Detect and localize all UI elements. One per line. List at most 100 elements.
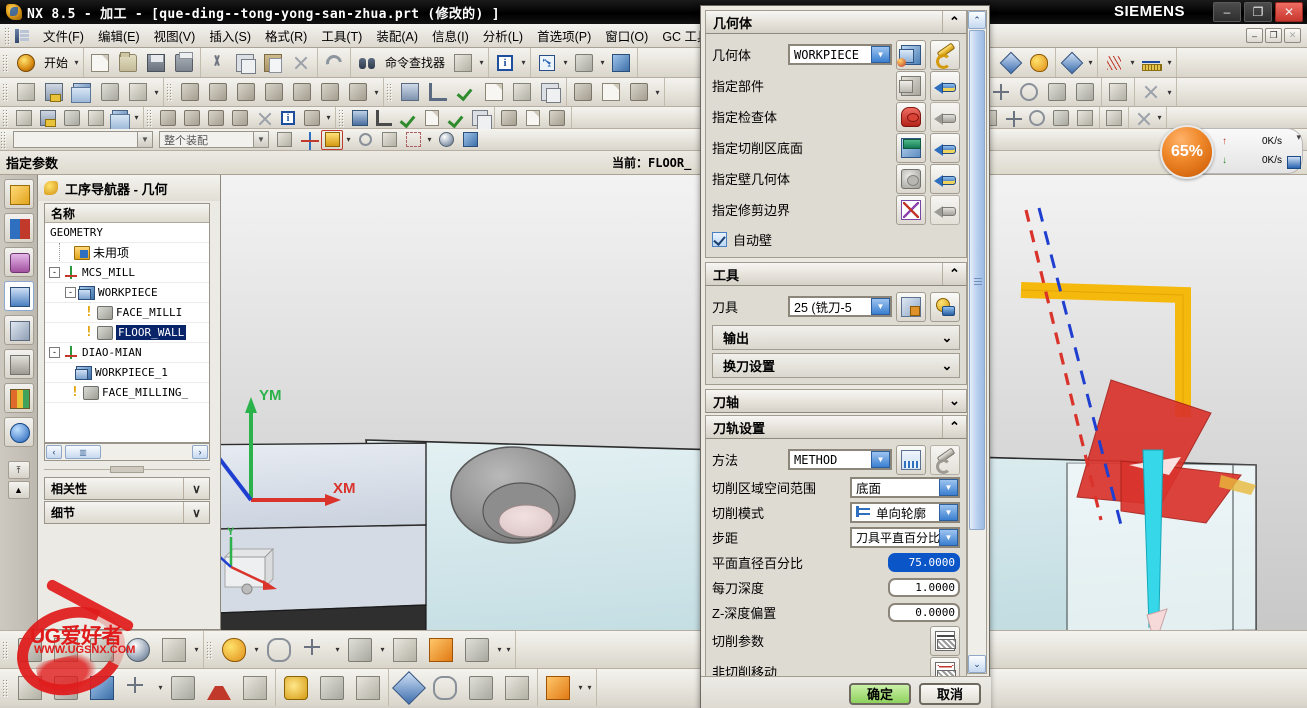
blend-icon[interactable] <box>315 672 349 704</box>
minimize-button[interactable]: – <box>1213 2 1241 22</box>
chevron-down-icon[interactable]: ∨ <box>183 502 209 523</box>
datum-plane-icon[interactable] <box>13 672 47 704</box>
scroll-thumb[interactable]: ▥ <box>65 445 101 459</box>
constraint-navigator-icon[interactable] <box>3 213 34 243</box>
tool-display-icon[interactable] <box>301 108 323 128</box>
shop-doc-icon[interactable] <box>481 80 507 104</box>
measure-distance-icon[interactable] <box>1138 51 1164 75</box>
maximize-button[interactable]: ❐ <box>1244 2 1272 22</box>
depth-per-cut-input[interactable]: 1.0000 <box>888 578 960 597</box>
part-navigator-icon[interactable] <box>3 247 34 277</box>
analyze-icon[interactable] <box>500 672 534 704</box>
chevron-up-icon[interactable]: ⌃ <box>942 11 966 33</box>
details-panel-header[interactable]: 细节 ∨ <box>44 501 210 524</box>
select-wall-arrow-icon[interactable] <box>930 163 960 194</box>
chevron-down-icon[interactable]: ▾ <box>324 106 333 130</box>
toolbar-grip-icon[interactable] <box>338 108 345 127</box>
verify-toolpath-icon[interactable] <box>205 80 231 104</box>
cut-region-icon[interactable] <box>253 108 275 128</box>
start-menu-label[interactable]: 开始 <box>40 54 72 71</box>
create-operation-group-icon[interactable] <box>85 108 107 128</box>
shop-doc2-icon[interactable] <box>421 108 443 128</box>
create-tool-icon[interactable] <box>41 80 67 104</box>
unite-icon[interactable] <box>262 634 296 666</box>
select-floor-arrow-icon[interactable] <box>930 132 960 163</box>
new-method-icon[interactable] <box>896 444 926 475</box>
chevron-down-icon[interactable]: ▾ <box>504 638 513 662</box>
doc-edit-icon[interactable] <box>522 108 544 128</box>
toolbar-grip-icon[interactable] <box>2 678 9 697</box>
tree-row[interactable]: - WORKPIECE <box>45 283 209 303</box>
method-combo[interactable]: METHOD ▼ <box>788 449 892 470</box>
machining-method-view-icon[interactable] <box>229 108 251 128</box>
tree-row[interactable]: 未用项 <box>45 243 209 263</box>
create-program-icon[interactable] <box>13 80 39 104</box>
net-widget-menu-caret[interactable]: ▾ <box>1296 132 1301 143</box>
menu-item-preferences[interactable]: 首选项(P) <box>530 24 598 47</box>
intersect-body-icon[interactable] <box>1072 80 1098 104</box>
tree-row[interactable]: - DIAO-MIAN <box>45 343 209 363</box>
toolbar-grip-icon[interactable] <box>4 26 11 45</box>
chevron-down-icon[interactable]: ▾ <box>378 638 387 662</box>
subtract-body-icon[interactable] <box>1044 80 1070 104</box>
assembly-scope-combo[interactable]: 整个装配 ▼ <box>159 131 269 148</box>
feed-rate-icon[interactable] <box>373 108 395 128</box>
hide-object-icon[interactable] <box>435 130 457 150</box>
circle-object-icon[interactable] <box>1026 108 1048 128</box>
command-finder-icon[interactable] <box>450 51 476 75</box>
reuse-catalog-icon[interactable] <box>3 383 34 413</box>
binoculars-icon[interactable] <box>354 51 380 75</box>
operation-tree[interactable]: 名称 GEOMETRY 未用项 - MCS_MILL - WORKPIECE ! <box>44 203 210 443</box>
specify-check-body-icon[interactable] <box>896 101 926 132</box>
scroll-top-icon[interactable]: ⤒ <box>7 461 30 479</box>
tree-row[interactable]: GEOMETRY <box>45 223 209 243</box>
chevron-down-icon[interactable]: ▾ <box>192 638 201 662</box>
print-icon[interactable] <box>171 51 197 75</box>
menu-item-information[interactable]: 信息(I) <box>425 24 476 47</box>
tool-change-subgroup-header[interactable]: 换刀设置 ⌄ <box>712 353 960 378</box>
chevron-down-icon[interactable]: ▾ <box>252 638 261 662</box>
dependencies-panel-header[interactable]: 相关性 ∨ <box>44 477 210 500</box>
curve-analysis-icon[interactable] <box>1101 51 1127 75</box>
wire-object-icon[interactable] <box>1074 108 1096 128</box>
select-check-arrow-icon[interactable] <box>930 101 960 132</box>
mirror-icon[interactable] <box>202 672 236 704</box>
create-geometry-group-icon[interactable] <box>13 108 35 128</box>
create-method-group-icon[interactable] <box>61 108 83 128</box>
copy-icon[interactable] <box>232 51 258 75</box>
non-cutting-moves-icon[interactable] <box>930 656 960 678</box>
tree-expander[interactable]: - <box>49 267 60 278</box>
chevron-down-icon[interactable]: ▼ <box>939 504 958 521</box>
pattern-feature-icon[interactable] <box>166 672 200 704</box>
menu-item-format[interactable]: 格式(R) <box>258 24 314 47</box>
simulate-icon[interactable] <box>425 80 451 104</box>
specify-cut-floor-icon[interactable] <box>896 132 926 163</box>
toolbar-grip-icon[interactable] <box>206 640 213 659</box>
mdi-close-button[interactable]: ✕ <box>1284 28 1301 43</box>
chevron-down-icon[interactable]: ▼ <box>871 451 890 468</box>
tool-path-edit-icon[interactable] <box>498 108 520 128</box>
chevron-down-icon[interactable]: ▼ <box>137 132 152 147</box>
chevron-up-icon[interactable]: ⌃ <box>942 416 966 438</box>
toolbar-grip-icon[interactable] <box>2 640 9 659</box>
undo-icon[interactable] <box>321 51 347 75</box>
new-file-icon[interactable] <box>87 51 113 75</box>
output-subgroup-header[interactable]: 输出 ⌄ <box>712 325 960 350</box>
specify-trim-boundary-icon[interactable] <box>896 194 926 225</box>
reuse-library-icon[interactable] <box>3 315 34 345</box>
tree-row[interactable]: WORKPIECE_1 <box>45 363 209 383</box>
menu-item-window[interactable]: 窗口(O) <box>598 24 655 47</box>
scroll-down-button[interactable]: ⌄ <box>968 655 986 673</box>
delete-icon[interactable] <box>288 51 314 75</box>
verify-approve-icon[interactable] <box>397 108 419 128</box>
mdi-minimize-button[interactable]: – <box>1246 28 1263 43</box>
menu-item-file[interactable]: 文件(F) <box>36 24 91 47</box>
replace-face-icon[interactable] <box>1103 108 1125 128</box>
generate-toolpath-icon[interactable] <box>177 80 203 104</box>
chamfer-icon[interactable] <box>279 672 313 704</box>
chevron-down-icon[interactable]: ▼ <box>253 132 268 147</box>
tool-axis-group-header[interactable]: 刀轴 ⌄ <box>705 389 967 413</box>
chevron-down-icon[interactable]: ▾ <box>72 51 81 75</box>
cam-report-icon[interactable] <box>509 80 535 104</box>
sketch-icon[interactable] <box>49 672 83 704</box>
